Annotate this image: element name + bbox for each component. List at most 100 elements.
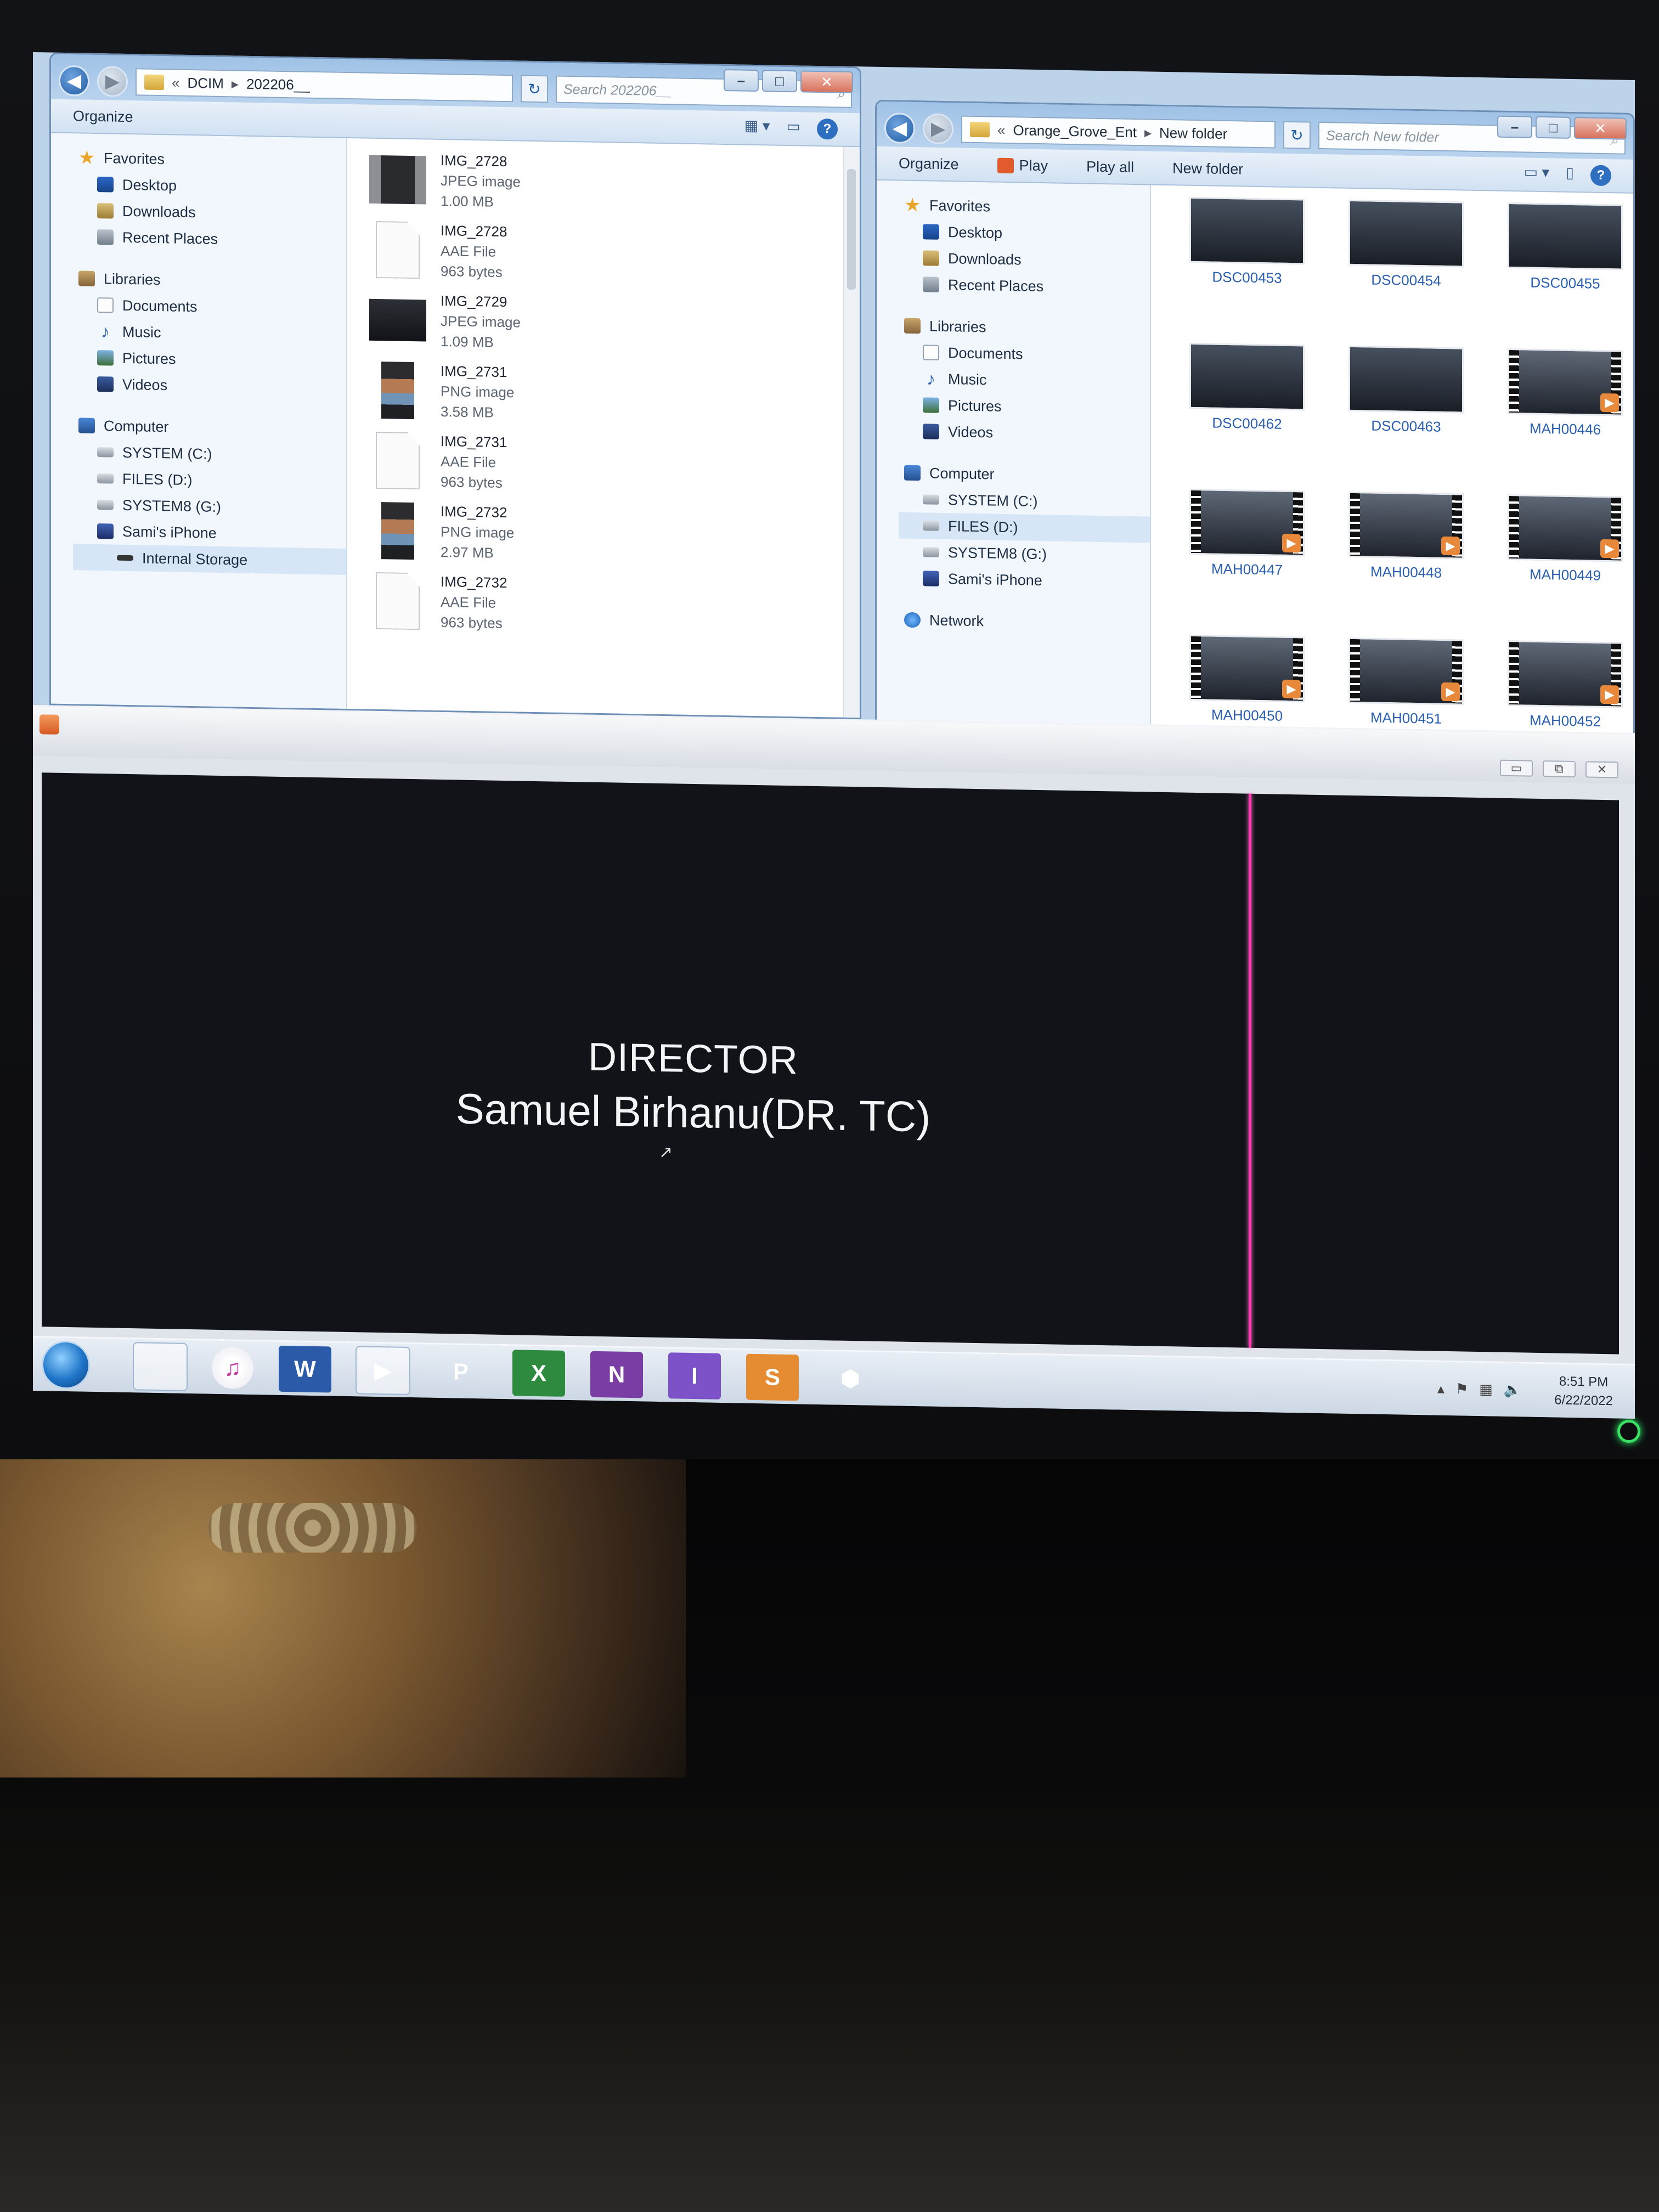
taskbar-powerpoint-icon[interactable]: P bbox=[435, 1348, 487, 1395]
address-bar[interactable]: « Orange_Grove_Ent ▸ New folder bbox=[961, 115, 1276, 149]
nav-computer[interactable]: Computer bbox=[904, 460, 1150, 490]
close-button[interactable]: ✕ bbox=[1585, 761, 1618, 778]
breadcrumb-new-folder[interactable]: New folder bbox=[1159, 124, 1227, 142]
taskbar-itunes-icon[interactable]: ♫ bbox=[212, 1346, 253, 1389]
scrollbar[interactable] bbox=[843, 146, 860, 718]
file-row[interactable]: IMG_2728 AAE File 963 bytes bbox=[369, 215, 860, 294]
nav-desktop[interactable]: Desktop bbox=[78, 171, 346, 202]
maximize-button[interactable]: □ bbox=[1536, 116, 1571, 139]
nav-videos[interactable]: Videos bbox=[78, 370, 346, 402]
organize-menu[interactable]: Organize bbox=[899, 155, 959, 173]
file-row[interactable]: IMG_2732 AAE File 963 bytes bbox=[369, 566, 860, 645]
minimize-button[interactable]: – bbox=[1497, 115, 1532, 138]
video-canvas[interactable]: DIRECTOR Samuel Birhanu(DR. TC) ↗ bbox=[42, 772, 1619, 1355]
view-options-icon[interactable]: ▦ ▾ bbox=[744, 117, 770, 139]
forward-arrow-icon[interactable]: ▶ bbox=[97, 66, 128, 98]
nav-system8-g[interactable]: SYSTEM8 (G:) bbox=[78, 491, 346, 522]
taskbar-word-icon[interactable]: W bbox=[279, 1345, 331, 1392]
nav-libraries[interactable]: Libraries bbox=[904, 313, 1150, 343]
thumbnail-item[interactable]: DSC00453 bbox=[1167, 196, 1327, 340]
breadcrumb-dcim[interactable]: DCIM bbox=[187, 74, 223, 92]
nav-downloads[interactable]: Downloads bbox=[78, 197, 346, 228]
file-row[interactable]: IMG_2731 PNG image 3.58 MB bbox=[369, 355, 860, 434]
taskbar-sway-icon[interactable]: S bbox=[746, 1353, 799, 1401]
file-meta: IMG_2731 AAE File 963 bytes bbox=[441, 431, 507, 493]
volume-icon[interactable]: 🔈 bbox=[1504, 1381, 1521, 1399]
photo-thumbnail-icon bbox=[1189, 342, 1305, 411]
taskbar-virtualbox-icon[interactable]: ⬢ bbox=[824, 1355, 877, 1402]
close-button[interactable]: ✕ bbox=[1574, 117, 1627, 140]
nav-iphone[interactable]: Sami's iPhone bbox=[78, 517, 346, 549]
nav-files-d[interactable]: FILES (D:) bbox=[899, 512, 1150, 543]
nav-iphone[interactable]: Sami's iPhone bbox=[904, 565, 1150, 596]
nav-documents[interactable]: Documents bbox=[904, 339, 1150, 370]
nav-computer[interactable]: Computer bbox=[78, 412, 346, 443]
refresh-icon[interactable]: ↻ bbox=[521, 75, 548, 103]
taskbar-media-icon[interactable]: ▶ bbox=[356, 1345, 410, 1395]
nav-internal-storage[interactable]: Internal Storage bbox=[73, 544, 346, 575]
nav-pictures[interactable]: Pictures bbox=[904, 392, 1150, 422]
network-icon[interactable]: ▦ bbox=[1479, 1381, 1493, 1398]
nav-desktop[interactable]: Desktop bbox=[904, 218, 1150, 249]
maximize-button[interactable]: □ bbox=[762, 70, 797, 93]
nav-libraries[interactable]: Libraries bbox=[78, 265, 346, 296]
taskbar-explorer-icon[interactable] bbox=[133, 1341, 188, 1391]
nav-recent-places[interactable]: Recent Places bbox=[78, 223, 346, 255]
back-arrow-icon[interactable]: ◀ bbox=[884, 112, 915, 144]
drive-icon bbox=[923, 494, 939, 505]
help-icon[interactable]: ? bbox=[1590, 165, 1611, 187]
breadcrumb-202206[interactable]: 202206__ bbox=[246, 75, 310, 93]
nav-documents[interactable]: Documents bbox=[78, 291, 346, 323]
nav-favorites[interactable]: ★ Favorites bbox=[904, 192, 1150, 223]
close-button[interactable]: ✕ bbox=[800, 70, 853, 94]
taskbar-infopath-icon[interactable]: I bbox=[668, 1352, 721, 1400]
play-all-button[interactable]: Play all bbox=[1086, 158, 1134, 176]
thumbnail-item[interactable]: ▶ MAH00447 bbox=[1167, 488, 1327, 631]
nav-files-d[interactable]: FILES (D:) bbox=[78, 465, 346, 496]
thumbnail-item[interactable]: ▶ MAH00449 bbox=[1486, 494, 1633, 637]
thumbnail-item[interactable]: DSC00462 bbox=[1167, 342, 1327, 486]
thumbnail-item[interactable]: DSC00454 bbox=[1327, 199, 1486, 342]
taskbar-excel-icon[interactable]: X bbox=[512, 1349, 565, 1397]
thumbnail-item[interactable]: DSC00463 bbox=[1327, 345, 1486, 488]
refresh-icon[interactable]: ↻ bbox=[1283, 121, 1311, 149]
file-row[interactable]: IMG_2731 AAE File 963 bytes bbox=[369, 425, 860, 504]
preview-pane-icon[interactable]: ▭ bbox=[786, 118, 800, 139]
taskbar-onenote-icon[interactable]: N bbox=[590, 1351, 643, 1398]
help-icon[interactable]: ? bbox=[817, 118, 838, 140]
nav-videos[interactable]: Videos bbox=[904, 418, 1150, 449]
minimize-button[interactable]: – bbox=[724, 69, 759, 92]
nav-system-c[interactable]: SYSTEM (C:) bbox=[904, 486, 1150, 517]
back-arrow-icon[interactable]: ◀ bbox=[59, 65, 89, 97]
nav-network[interactable]: Network bbox=[904, 607, 1150, 637]
file-row[interactable]: IMG_2728 JPEG image 1.00 MB bbox=[369, 144, 860, 223]
nav-system8-g[interactable]: SYSTEM8 (G:) bbox=[904, 539, 1150, 569]
nav-favorites[interactable]: ★ Favorites bbox=[78, 144, 346, 176]
minimize-button[interactable]: ▭ bbox=[1500, 759, 1533, 777]
power-icon[interactable] bbox=[1617, 1420, 1640, 1443]
nav-recent-places[interactable]: Recent Places bbox=[904, 271, 1150, 302]
chevron-up-icon[interactable]: ▴ bbox=[1437, 1380, 1444, 1397]
nav-music[interactable]: ♪ Music bbox=[78, 318, 346, 349]
nav-pictures[interactable]: Pictures bbox=[78, 344, 346, 375]
start-button[interactable] bbox=[42, 1340, 90, 1390]
restore-button[interactable]: ⧉ bbox=[1543, 760, 1576, 778]
action-center-flag-icon[interactable]: ⚑ bbox=[1455, 1380, 1468, 1397]
play-button[interactable]: Play bbox=[997, 156, 1048, 174]
view-options-icon[interactable]: ▭ ▾ bbox=[1524, 163, 1550, 185]
forward-arrow-icon[interactable]: ▶ bbox=[923, 113, 953, 145]
new-folder-button[interactable]: New folder bbox=[1172, 160, 1243, 178]
thumbnail-item[interactable]: ▶ MAH00446 bbox=[1486, 348, 1633, 491]
file-row[interactable]: IMG_2729 JPEG image 1.09 MB bbox=[369, 285, 860, 364]
breadcrumb-orange-grove[interactable]: Orange_Grove_Ent bbox=[1013, 122, 1136, 141]
address-bar[interactable]: « DCIM ▸ 202206__ bbox=[136, 68, 513, 103]
thumbnail-item[interactable]: DSC00455 bbox=[1486, 202, 1633, 345]
nav-system-c[interactable]: SYSTEM (C:) bbox=[78, 438, 346, 470]
nav-downloads[interactable]: Downloads bbox=[904, 245, 1150, 275]
file-row[interactable]: IMG_2732 PNG image 2.97 MB bbox=[369, 495, 860, 574]
nav-music[interactable]: ♪ Music bbox=[904, 365, 1150, 396]
preview-pane-icon[interactable]: ▯ bbox=[1566, 165, 1574, 185]
organize-menu[interactable]: Organize bbox=[73, 108, 133, 126]
thumbnail-item[interactable]: ▶ MAH00448 bbox=[1327, 491, 1486, 634]
clock[interactable]: 8:51 PM 6/22/2022 bbox=[1554, 1372, 1613, 1410]
